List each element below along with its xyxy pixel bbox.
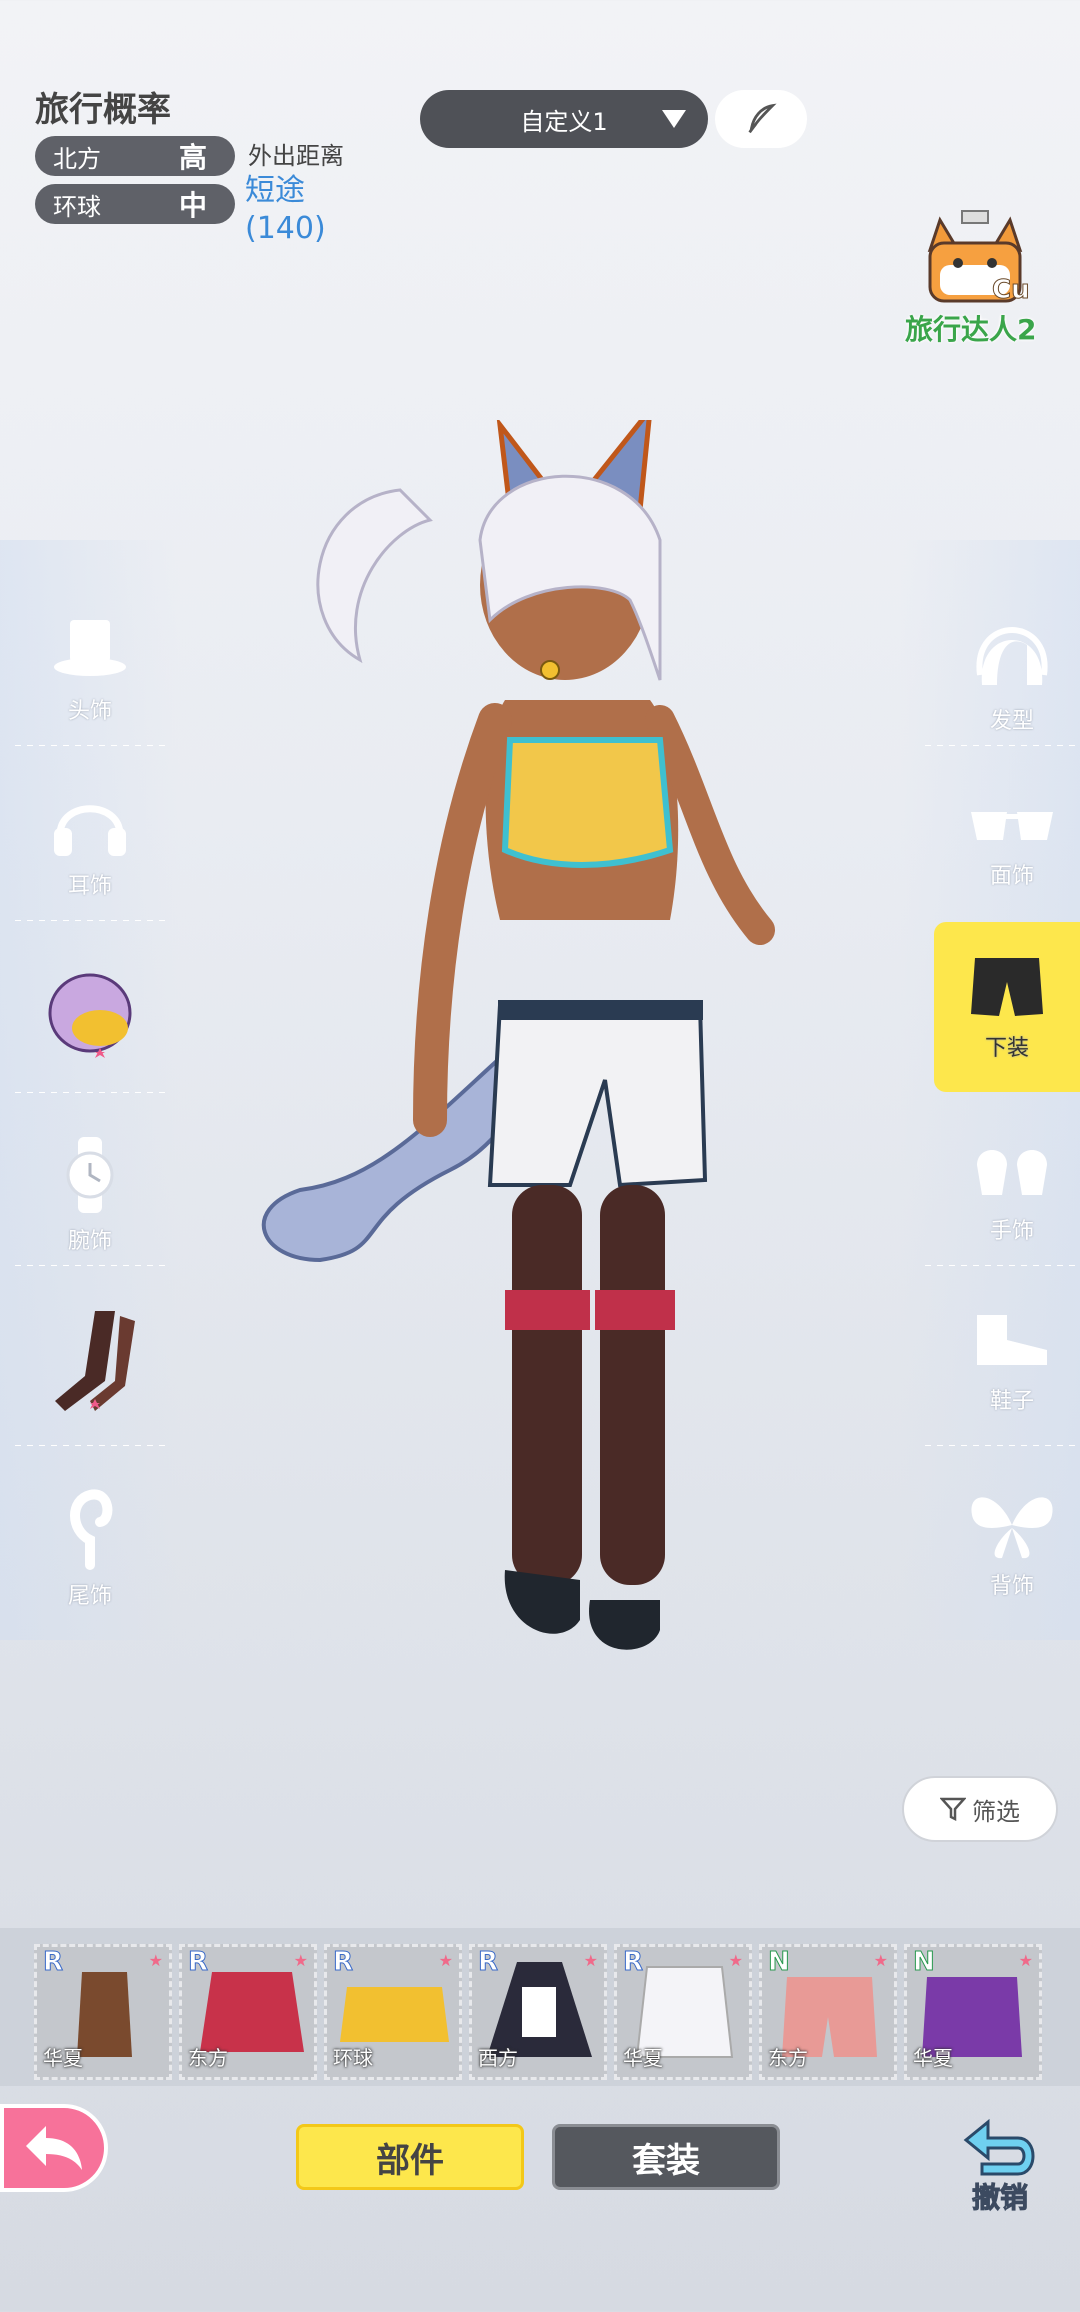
filter-label: 筛选 <box>972 1797 1020 1826</box>
category-label: 发型 <box>989 709 1034 734</box>
tab-parts[interactable]: 部件 <box>296 2124 524 2190</box>
distance-number: (140) <box>245 211 326 246</box>
category-label: 耳饰 <box>67 874 112 899</box>
funnel-icon <box>940 1797 966 1822</box>
item-region: 华夏 <box>623 2046 663 2070</box>
category-legwear[interactable] <box>10 1280 170 1450</box>
category-earrings[interactable]: 耳饰 <box>10 760 170 930</box>
badge-level: Cu <box>992 275 1031 306</box>
wings-icon <box>971 1497 1053 1559</box>
stat-north-value: 高 <box>178 141 207 174</box>
stat-global: 环球 中 <box>35 184 235 224</box>
top-outfit-icon <box>48 973 132 1058</box>
category-wristwear[interactable]: 腕饰 <box>10 1110 170 1280</box>
preset-label: 自定义1 <box>520 107 608 136</box>
item-card[interactable]: R ★ 东方 <box>179 1944 317 2080</box>
preset-dropdown[interactable]: 自定义1 <box>420 90 708 148</box>
gloves-icon <box>977 1150 1047 1195</box>
category-label: 下装 <box>984 1036 1029 1061</box>
badge-label: 旅行达人2 <box>905 313 1037 346</box>
item-card[interactable]: R ★ 华夏 <box>614 1944 752 2080</box>
item-region: 东方 <box>188 2046 228 2070</box>
category-headwear[interactable]: 头饰 <box>10 585 170 755</box>
glasses-icon <box>971 812 1053 840</box>
distance-value: 短途 (140) <box>245 172 326 248</box>
item-card[interactable]: R ★ 环球 <box>324 1944 462 2080</box>
item-region: 华夏 <box>43 2046 83 2070</box>
category-label: 鞋子 <box>989 1389 1034 1414</box>
distance-text: 短途 <box>245 173 305 208</box>
undo-arrow-icon <box>963 2118 1035 2176</box>
distance-label: 外出距离 <box>248 142 344 170</box>
category-label: 背饰 <box>989 1574 1034 1599</box>
category-top[interactable] <box>10 932 170 1102</box>
watch-icon <box>66 1137 114 1213</box>
stat-north: 北方 高 <box>35 136 235 176</box>
headphones-icon <box>54 805 126 856</box>
stat-north-label: 北方 <box>53 144 101 173</box>
category-label: 腕饰 <box>67 1229 112 1254</box>
stockings-icon <box>55 1311 135 1411</box>
travel-probability-title: 旅行概率 <box>35 90 171 130</box>
top-hat-icon <box>54 620 126 676</box>
undo-button[interactable]: 撤销 <box>962 2118 1038 2218</box>
back-button[interactable] <box>0 2104 108 2192</box>
shoe-icon <box>977 1315 1047 1365</box>
category-hairstyle[interactable]: 发型 <box>932 585 1080 755</box>
category-face[interactable]: 面饰 <box>932 760 1080 930</box>
category-tail[interactable]: 尾饰 <box>10 1460 170 1630</box>
rename-button[interactable] <box>715 90 807 148</box>
category-back[interactable]: 背饰 <box>932 1460 1080 1630</box>
dropdown-arrow-icon <box>662 110 686 128</box>
feather-pen-icon <box>748 103 777 134</box>
shorts-icon <box>971 958 1043 1016</box>
item-region: 东方 <box>768 2046 808 2070</box>
character-model[interactable] <box>230 420 830 1840</box>
white-shorts <box>487 1003 708 1188</box>
back-arrow-icon <box>26 2126 82 2170</box>
crop-top <box>501 737 674 868</box>
category-label: 头饰 <box>67 699 112 724</box>
hair-icon <box>976 627 1048 685</box>
item-region: 环球 <box>333 2046 373 2070</box>
item-region: 西方 <box>478 2046 518 2070</box>
category-handwear[interactable]: 手饰 <box>932 1105 1080 1275</box>
category-label: 尾饰 <box>67 1584 112 1609</box>
category-shoes[interactable]: 鞋子 <box>932 1275 1080 1445</box>
filter-button[interactable]: 筛选 <box>902 1776 1058 1842</box>
item-card[interactable]: N ★ 华夏 <box>904 1944 1042 2080</box>
stat-global-label: 环球 <box>53 192 101 221</box>
tab-sets[interactable]: 套装 <box>552 2124 780 2190</box>
category-label: 手饰 <box>989 1219 1034 1244</box>
item-card[interactable]: R ★ 华夏 <box>34 1944 172 2080</box>
item-card[interactable]: R ★ 西方 <box>469 1944 607 2080</box>
tail-hook-icon <box>70 1489 113 1570</box>
item-region: 华夏 <box>913 2046 953 2070</box>
category-bottoms[interactable]: 下装 <box>934 922 1080 1092</box>
undo-label: 撤销 <box>971 2181 1028 2215</box>
item-card[interactable]: N ★ 东方 <box>759 1944 897 2080</box>
category-label: 面饰 <box>989 864 1034 889</box>
stat-global-value: 中 <box>178 189 207 222</box>
